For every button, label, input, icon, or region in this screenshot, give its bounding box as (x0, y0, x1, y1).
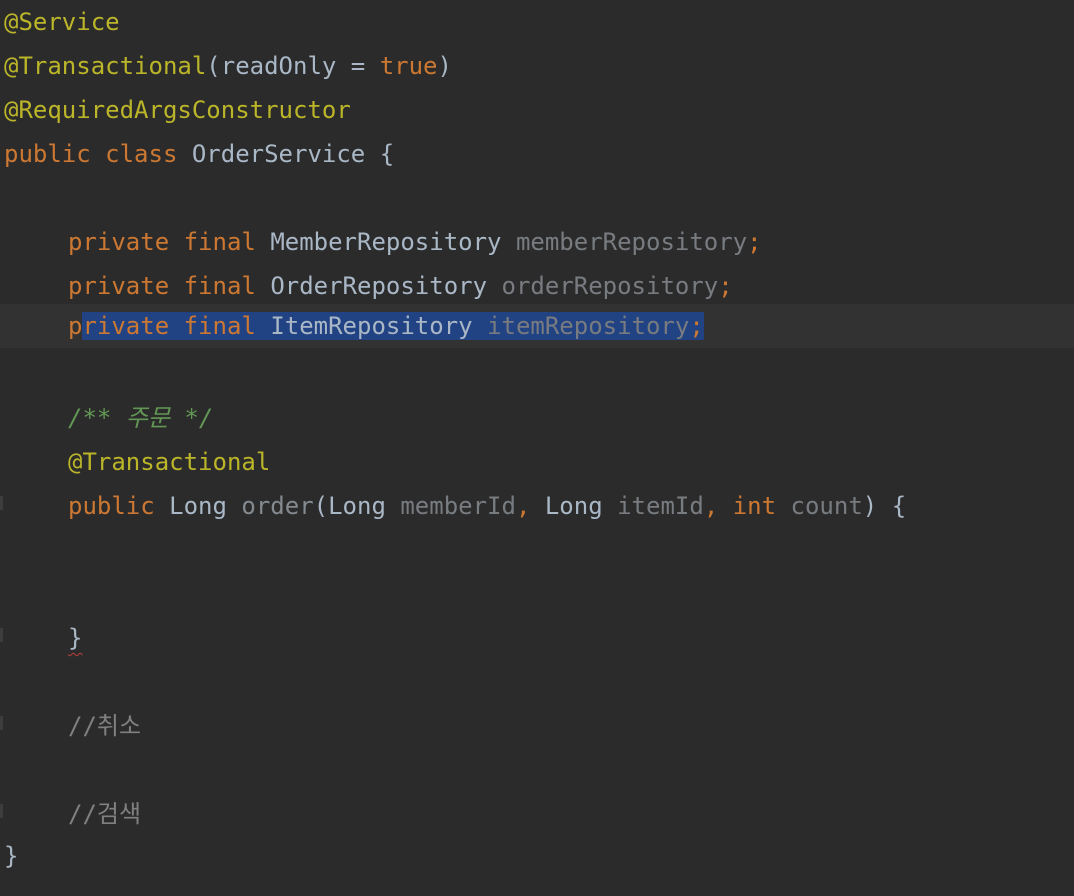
return-type: Long (169, 492, 227, 520)
open-brace: { (891, 492, 907, 520)
literal-true: true (379, 52, 438, 80)
keyword-final: final (183, 228, 256, 256)
code-line-15[interactable]: } (0, 616, 1074, 660)
param-item-id: itemId (617, 492, 704, 520)
doc-comment-order: /** 주문 */ (68, 404, 214, 432)
code-line-12[interactable]: public Long order(Long memberId, Long it… (0, 484, 1074, 528)
code-line-19[interactable]: //검색 (0, 792, 1074, 836)
code-line-17[interactable]: //취소 (0, 704, 1074, 748)
param-type-3: int (732, 492, 777, 520)
class-close-brace: } (4, 842, 19, 870)
annotation-transactional: @Transactional (4, 52, 207, 80)
code-line-3[interactable]: @RequiredArgsConstructor (0, 88, 1074, 132)
keyword-public: public (68, 492, 155, 520)
type-order-repository: OrderRepository (270, 272, 488, 300)
code-line-4[interactable]: public class OrderService { (0, 132, 1074, 176)
class-name: OrderService (191, 140, 366, 168)
keyword-final: final (183, 272, 256, 300)
code-line-11[interactable]: @Transactional (0, 440, 1074, 484)
method-name-order: order (241, 492, 314, 520)
param-type-1: Long (328, 492, 386, 520)
code-editor[interactable]: @Service @Transactional(readOnly = true)… (0, 0, 1074, 896)
paren-open: ( (206, 52, 221, 80)
text-selection[interactable]: rivate final ItemRepository itemReposito… (82, 312, 704, 340)
semicolon: ; (747, 228, 762, 256)
code-line-1[interactable]: @Service (0, 0, 1074, 44)
fold-marker-icon[interactable] (0, 496, 3, 510)
comment-cancel: //취소 (68, 712, 142, 740)
paren-close: ) (437, 52, 452, 80)
comma: , (703, 492, 719, 520)
paren-open: ( (313, 492, 329, 520)
field-member-repository: memberRepository (515, 228, 748, 256)
keyword-class: class (105, 140, 178, 168)
semicolon: ; (718, 272, 733, 300)
param-type-2: Long (544, 492, 603, 520)
keyword-final: final (183, 312, 256, 340)
close-brace-error: } (68, 624, 83, 652)
equals-sign: = (336, 52, 380, 80)
code-line-20[interactable]: } (0, 834, 1074, 878)
annotation-service: @Service (4, 8, 120, 36)
code-line-8[interactable]: private final ItemRepository itemReposit… (0, 304, 1074, 348)
attribute-readonly: readOnly (220, 52, 337, 80)
field-item-repository: itemRepository (487, 312, 690, 340)
comment-search: //검색 (68, 800, 142, 828)
code-line-6[interactable]: private final MemberRepository memberRep… (0, 220, 1074, 264)
code-line-10[interactable]: /** 주문 */ (0, 396, 1074, 440)
keyword-private-rest: rivate (82, 312, 170, 340)
keyword-private: private (68, 228, 170, 256)
type-item-repository: ItemRepository (270, 312, 473, 340)
paren-close: ) (862, 492, 878, 520)
semicolon: ; (689, 312, 704, 340)
fold-marker-icon[interactable] (0, 716, 3, 730)
comma: , (515, 492, 531, 520)
code-line-7[interactable]: private final OrderRepository orderRepos… (0, 264, 1074, 308)
fold-marker-icon[interactable] (0, 804, 3, 818)
annotation-transactional: @Transactional (68, 448, 271, 476)
param-count: count (790, 492, 863, 520)
type-member-repository: MemberRepository (270, 228, 502, 256)
param-member-id: memberId (400, 492, 516, 520)
open-brace: { (379, 140, 395, 168)
keyword-private: private (68, 272, 170, 300)
annotation-required-args-constructor: @RequiredArgsConstructor (4, 96, 351, 124)
field-order-repository: orderRepository (501, 272, 719, 300)
keyword-private-first-char: p (68, 312, 83, 340)
fold-marker-icon[interactable] (0, 628, 3, 642)
code-line-2[interactable]: @Transactional(readOnly = true) (0, 44, 1074, 88)
keyword-public: public (4, 140, 91, 168)
